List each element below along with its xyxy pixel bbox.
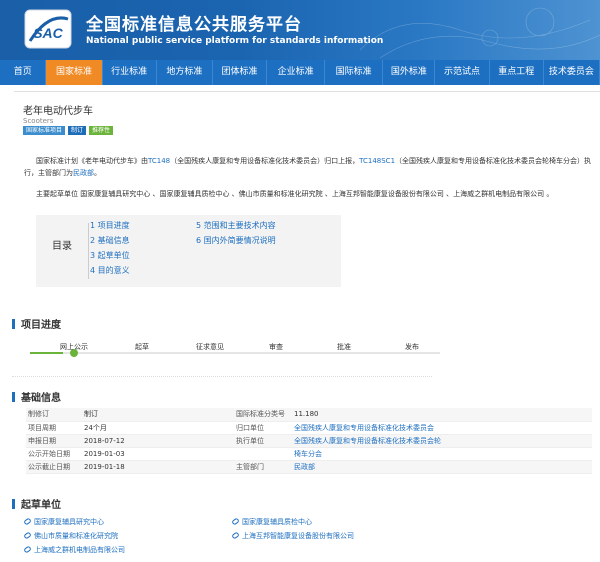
table-row: 公示截止日期 2019-01-18 主管部门 民政部 — [26, 460, 592, 474]
info-value: 24个月 — [82, 421, 234, 435]
site-header: SAC 全国标准信息公共服务平台 National public service… — [0, 0, 600, 60]
table-row: 制修订 制订 国际标准分类号 11.180 — [26, 408, 592, 422]
map-decoration — [359, 7, 600, 59]
intro-paragraph: 国家标准计划《老年电动代步车》由TC148（全国残疾人康复和专用设备标准化技术委… — [24, 155, 594, 179]
nav-item[interactable]: 团体标准 — [213, 60, 268, 85]
progress-step-label: 发布 — [405, 343, 419, 351]
progress-current-dot — [70, 349, 78, 357]
standard-title-en: Scooters — [23, 117, 54, 125]
toc-divider — [88, 223, 89, 279]
org-link[interactable]: 佛山市质量和标准化研究院 — [23, 531, 118, 541]
nav-item[interactable]: 企业标准 — [267, 60, 326, 85]
org-link[interactable]: 上海互邦智能康复设备股份有限公司 — [231, 531, 354, 541]
standard-title: 老年电动代步车 — [23, 106, 93, 117]
toc-item-basic[interactable]: 2 基础信息 — [90, 235, 130, 246]
info-value: 2018-07-12 — [82, 434, 234, 448]
svg-text:SAC: SAC — [33, 25, 63, 41]
info-key: 公示截止日期 — [26, 460, 82, 474]
table-of-contents: 目录 1 项目进度 2 基础信息 3 起草单位 4 目的意义 5 范围和主要技术… — [36, 215, 341, 287]
toc-item-scope[interactable]: 5 范围和主要技术内容 — [196, 220, 276, 231]
standard-card: 老年电动代步车 Scooters 国家标准项目 制订 推荐性 国家标准计划《老年… — [14, 91, 600, 302]
main-nav: 首页 国家标准 行业标准 地方标准 团体标准 企业标准 国际标准 国外标准 示范试点 重点工程 技术… — [0, 60, 600, 85]
info-value: 2019-01-18 — [82, 460, 234, 474]
toc-item-progress[interactable]: 1 项目进度 — [90, 220, 130, 231]
link-icon — [231, 531, 240, 540]
info-value[interactable]: 全国残疾人康复和专用设备标准化技术委员会轮 — [292, 434, 592, 448]
section-progress-heading: 项目进度 — [12, 316, 61, 331]
toc-item-purpose[interactable]: 4 目的意义 — [90, 265, 130, 276]
progress-step-label: 起草 — [135, 343, 149, 351]
link-icon — [23, 545, 32, 554]
info-key: 公示开始日期 — [26, 447, 82, 461]
nav-item[interactable]: 行业标准 — [103, 60, 157, 85]
tag-list: 国家标准项目 制订 推荐性 — [23, 126, 114, 135]
progress-track: 网上公示 起草 征求意见 审查 批准 发布 — [30, 343, 440, 364]
nav-item[interactable]: 重点工程 — [490, 60, 544, 85]
tag-type: 制订 — [68, 126, 87, 135]
dept-link[interactable]: 民政部 — [73, 169, 94, 177]
table-row: 申报日期 2018-07-12 执行单位 全国残疾人康复和专用设备标准化技术委员会轮 — [26, 434, 592, 448]
site-title-en: National public service platform for sta… — [86, 36, 384, 46]
progress-step-label: 征求意见 — [196, 343, 224, 351]
info-key: 国际标准分类号 — [234, 408, 292, 422]
info-value[interactable]: 民政部 — [292, 460, 592, 474]
info-key — [234, 447, 292, 461]
section-divider — [12, 376, 432, 377]
toc-item-overview[interactable]: 6 国内外简要情况说明 — [196, 235, 276, 246]
section-drafters-heading: 起草单位 — [12, 496, 61, 511]
nav-item[interactable]: 国外标准 — [383, 60, 436, 85]
info-key: 申报日期 — [26, 434, 82, 448]
tag-nature: 推荐性 — [89, 126, 114, 135]
section-basic-heading: 基础信息 — [12, 389, 61, 404]
info-key: 归口单位 — [234, 421, 292, 435]
link-icon — [23, 531, 32, 540]
sac-logo[interactable]: SAC — [24, 9, 72, 49]
org-link[interactable]: 国家康复辅具质检中心 — [231, 517, 312, 527]
table-row: 公示开始日期 2019-01-03 椅车分会 — [26, 447, 592, 461]
nav-item[interactable]: 技术委员会 — [544, 60, 600, 85]
nav-item[interactable]: 首页 — [0, 60, 47, 85]
info-key: 主管部门 — [234, 460, 292, 474]
nav-item[interactable]: 地方标准 — [157, 60, 213, 85]
info-value[interactable]: 全国残疾人康复和专用设备标准化技术委员会 — [292, 421, 592, 435]
toc-item-drafters[interactable]: 3 起草单位 — [90, 250, 130, 261]
site-title-cn: 全国标准信息公共服务平台 — [86, 15, 302, 35]
info-key: 项目周期 — [26, 421, 82, 435]
progress-fill — [30, 352, 63, 354]
progress-rail — [30, 352, 440, 354]
info-key: 执行单位 — [234, 434, 292, 448]
info-value: 11.180 — [292, 408, 592, 422]
nav-item[interactable]: 示范试点 — [435, 60, 490, 85]
info-value[interactable]: 椅车分会 — [292, 447, 592, 461]
tc148-link[interactable]: TC148 — [148, 157, 170, 165]
org-link[interactable]: 上海威之群机电制品有限公司 — [23, 545, 125, 555]
progress-step-label: 审查 — [269, 343, 283, 351]
tag-project: 国家标准项目 — [23, 126, 66, 135]
table-row: 项目周期 24个月 归口单位 全国残疾人康复和专用设备标准化技术委员会 — [26, 421, 592, 435]
intro-end: 。 — [94, 169, 101, 177]
toc-label: 目录 — [52, 241, 72, 252]
nav-item[interactable]: 国家标准 — [46, 60, 103, 85]
link-icon — [231, 517, 240, 526]
org-link[interactable]: 国家康复辅具研究中心 — [23, 517, 104, 527]
intro-text-2: （全国残疾人康复和专用设备标准化技术委员会）归口上报， — [170, 157, 360, 165]
link-icon — [23, 517, 32, 526]
drafters-paragraph: 主要起草单位 国家康复辅具研究中心 、国家康复辅具质检中心 、佛山市质量和标准化… — [36, 190, 554, 198]
info-value: 制订 — [82, 408, 234, 422]
info-key: 制修订 — [26, 408, 82, 422]
progress-step-label: 批准 — [337, 343, 351, 351]
tc148sc1-link[interactable]: TC148SC1 — [359, 157, 395, 165]
intro-text-1: 国家标准计划《老年电动代步车》由 — [36, 157, 148, 165]
basic-info-table: 制修订 制订 国际标准分类号 11.180 项目周期 24个月 归口单位 全国残疾人康复和专用… — [26, 408, 592, 474]
nav-item[interactable]: 国际标准 — [325, 60, 384, 85]
info-value: 2019-01-03 — [82, 447, 234, 461]
